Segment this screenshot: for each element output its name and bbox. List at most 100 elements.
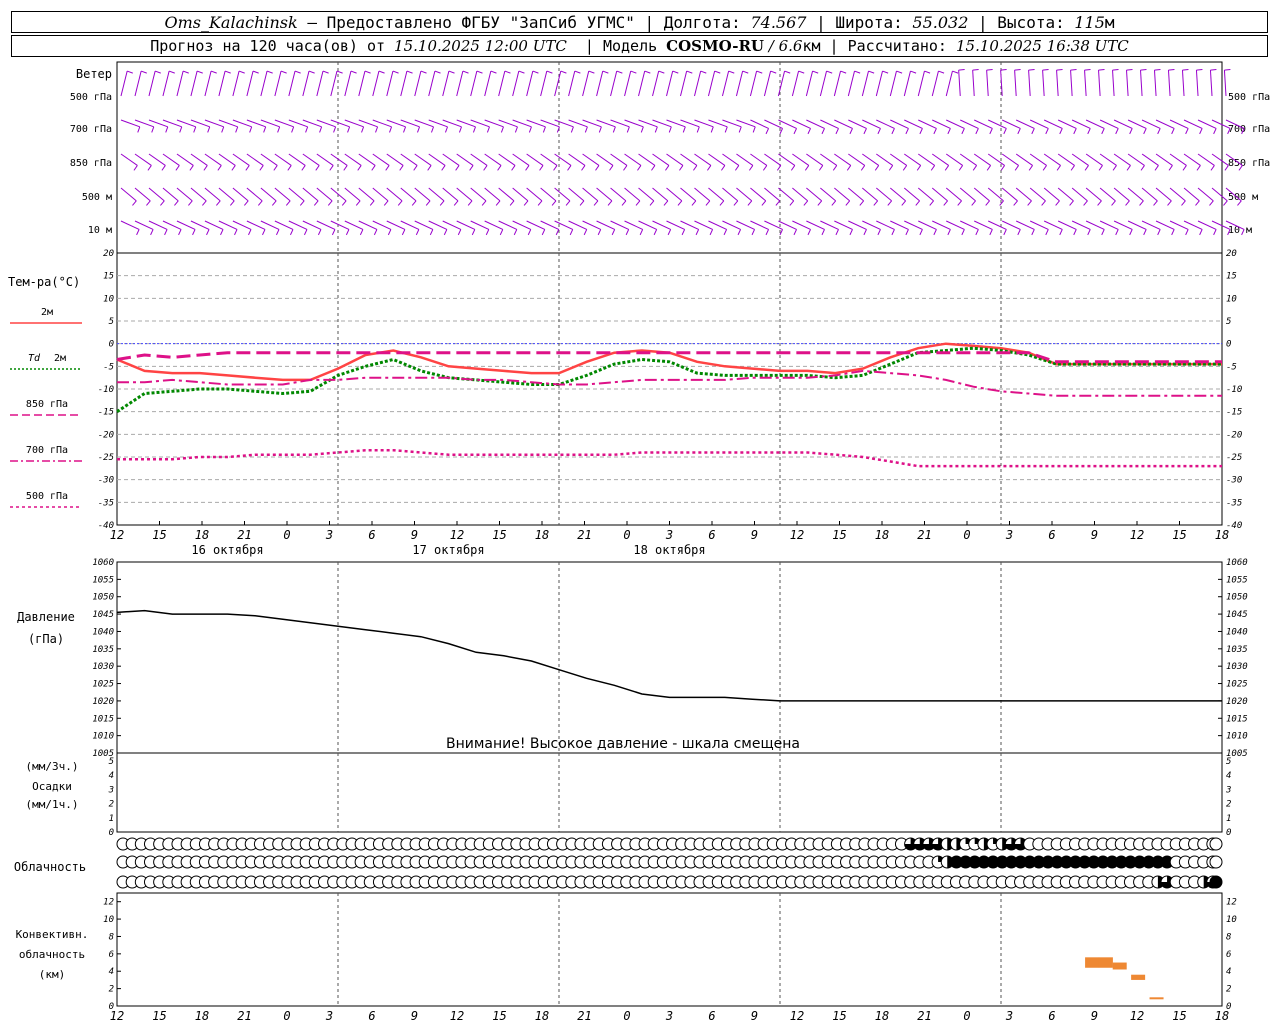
- wind-barb-flag: [989, 229, 993, 236]
- temp-xtick-label: 12: [790, 528, 804, 542]
- wind-barb-flag: [672, 70, 679, 74]
- pressure-tick-right: 1045: [1226, 610, 1248, 620]
- wind-barb-flag: [1031, 229, 1035, 236]
- wind-barb-flag: [947, 229, 951, 236]
- wind-barb-staff: [666, 220, 685, 230]
- temp-xtick-label: 12: [110, 528, 124, 542]
- wind-barb: [582, 153, 600, 171]
- wind-barb-staff: [820, 187, 837, 202]
- wind-barb-flag: [483, 165, 488, 171]
- wind-barb: [1141, 153, 1159, 171]
- wind-barb-flag: [817, 200, 823, 206]
- wind-barb-staff: [554, 70, 562, 97]
- wind-barb: [316, 187, 333, 206]
- wind-barb: [931, 187, 948, 206]
- wind-barb-flag: [1126, 69, 1133, 71]
- wind-barb-staff: [232, 187, 249, 202]
- wind-barb-staff: [1029, 153, 1047, 166]
- wind-barb: [666, 70, 679, 97]
- wind-barb-flag: [919, 128, 923, 135]
- wind-barb-flag: [443, 229, 448, 236]
- wind-barb-flag: [161, 165, 166, 171]
- wind-barb-staff: [526, 153, 544, 166]
- wind-barb-flag: [985, 200, 990, 206]
- wind-barb-flag: [723, 229, 728, 236]
- wind-barb-staff: [848, 119, 867, 129]
- wind-barb-staff: [666, 187, 683, 202]
- wind-barb-flag: [1003, 128, 1007, 135]
- wind-barb: [610, 187, 627, 206]
- temp-tick-left: -10: [98, 385, 114, 395]
- wind-barb: [819, 70, 833, 97]
- wind-barb-staff: [1071, 187, 1088, 202]
- wind-barb: [610, 153, 628, 171]
- wind-barb-flag: [733, 200, 739, 206]
- wind-barb-staff: [735, 70, 744, 97]
- wind-barb-staff: [1127, 220, 1147, 230]
- wind-barb: [638, 153, 656, 171]
- wind-barb-flag: [803, 200, 809, 206]
- wind-barb-flag: [333, 126, 337, 133]
- wind-barb-flag: [471, 229, 476, 236]
- wind-barb-staff: [1098, 70, 1101, 97]
- wind-barb: [330, 70, 343, 97]
- wind-barb-staff: [904, 220, 923, 230]
- wind-barb-flag: [776, 165, 782, 171]
- wind-barb-flag: [972, 69, 979, 71]
- wind-barb-staff: [834, 220, 853, 230]
- wind-barb: [498, 70, 511, 97]
- wind-barb-staff: [554, 187, 571, 202]
- wind-barb: [386, 70, 399, 97]
- wind-barb-staff: [1015, 153, 1033, 166]
- wind-barb: [120, 220, 140, 236]
- wind-barb-flag: [210, 70, 217, 74]
- wind-barb: [1197, 153, 1215, 171]
- wind-barb: [749, 70, 763, 97]
- wind-barb-flag: [1182, 69, 1189, 71]
- conv-cloud-bar: [1149, 997, 1164, 1000]
- wind-barb-flag: [305, 126, 309, 133]
- wind-barb-staff: [652, 153, 670, 166]
- wind-barb: [917, 153, 936, 171]
- wind-barb: [428, 70, 441, 97]
- wind-barb-flag: [1185, 229, 1189, 236]
- wind-barb-flag: [455, 165, 460, 171]
- wind-barb-staff: [1015, 220, 1035, 230]
- wind-barb-flag: [289, 229, 294, 236]
- wind-barb-flag: [1073, 128, 1077, 135]
- wind-barb: [484, 187, 501, 206]
- wind-barb: [232, 187, 249, 206]
- conv-xtick-label: 3: [325, 1009, 333, 1023]
- precip-unit-3h: (мм/3ч.): [26, 760, 79, 773]
- wind-barb-flag: [947, 128, 951, 135]
- wind-barb-flag: [511, 165, 516, 171]
- wind-barb: [1015, 187, 1032, 206]
- wind-barb: [680, 70, 693, 97]
- wind-barb-staff: [386, 153, 404, 166]
- wind-barb: [834, 153, 852, 171]
- legend-td-label: Td: [28, 353, 41, 364]
- wind-barb-flag: [560, 70, 567, 74]
- cloud-title: Облачность: [14, 860, 86, 874]
- wind-barb: [120, 70, 133, 97]
- wind-barb-staff: [624, 70, 632, 97]
- wind-barb-staff: [1223, 70, 1227, 97]
- pressure-tick-left: 1030: [92, 662, 114, 672]
- wind-barb-flag: [1084, 165, 1089, 171]
- wind-barb: [1015, 153, 1033, 171]
- wind-barb-flag: [427, 165, 432, 171]
- wind-barb-staff: [791, 70, 800, 97]
- wind-barb-staff: [400, 70, 408, 97]
- wind-barb-staff: [988, 119, 1007, 129]
- wind-barb-staff: [903, 187, 920, 202]
- wind-barb-staff: [1197, 119, 1217, 129]
- wind-barb-staff: [358, 187, 375, 202]
- wind-barb-staff: [1014, 70, 1017, 97]
- wind-barb-staff: [148, 70, 156, 97]
- wind-barb-flag: [357, 165, 362, 171]
- conv-tick-left: 10: [103, 915, 114, 925]
- wind-barb-staff: [862, 153, 879, 166]
- wind-barb-staff: [708, 153, 726, 166]
- temp-xtick-label: 3: [665, 528, 673, 542]
- conv-tick-left: 2: [109, 985, 114, 995]
